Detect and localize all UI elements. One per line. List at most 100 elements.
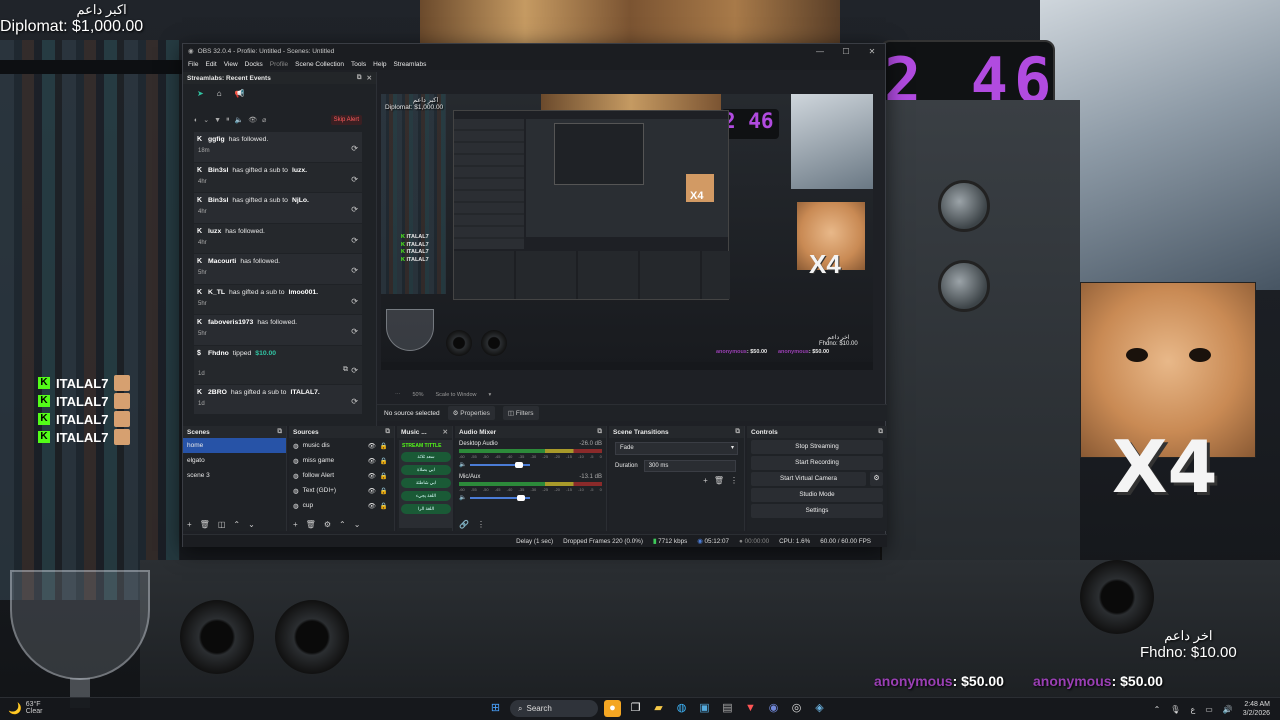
app-icon[interactable]: ▤ (719, 700, 736, 717)
preview-menu-icon[interactable]: ⋯ (395, 392, 401, 398)
microphone-icon[interactable]: 🎙 (1170, 705, 1180, 714)
trash-icon[interactable]: 🗑 (306, 520, 316, 529)
menu-file[interactable]: File (188, 61, 198, 68)
event-item[interactable]: K Bin3sl has gifted a sub to NjLo. 4hr ⟳ (194, 193, 362, 224)
arrow-down-icon[interactable]: ⌄ (354, 520, 361, 529)
repeat-icon[interactable]: ⟳ (351, 144, 358, 153)
windows-start-icon[interactable]: ⊞ (487, 700, 504, 717)
filter-icon[interactable]: ▼ (214, 117, 221, 124)
arrow-up-icon[interactable]: ⌃ (233, 520, 240, 529)
copy-icon[interactable]: ⧉ (343, 366, 348, 374)
menu-view[interactable]: View (224, 61, 238, 68)
preview-canvas[interactable]: 2 46 اكبر داعم Diplomat: $1,000.00 X4 X4… (381, 94, 873, 370)
event-item[interactable]: K Macourti has followed. 5hr ⟳ (194, 254, 362, 285)
lock-icon[interactable]: 🔒 (380, 457, 388, 465)
widgets-icon[interactable]: ● (604, 700, 621, 717)
speaker-icon[interactable]: 🔈 (459, 494, 466, 501)
volume-slider[interactable] (470, 494, 531, 501)
chevron-down-icon[interactable]: ▾ (488, 392, 491, 398)
lock-icon[interactable]: 🔒 (380, 472, 388, 480)
repeat-icon[interactable]: ⟳ (351, 297, 358, 306)
repeat-icon[interactable]: ⟳ (351, 327, 358, 336)
source-item[interactable]: ◍ music dis 👁 🔒 (289, 438, 394, 453)
send-icon[interactable]: ➤ (197, 89, 204, 98)
arrow-up-icon[interactable]: ⌃ (339, 520, 346, 529)
weather-widget[interactable]: 🌙 63°F Clear (8, 701, 42, 715)
menu-help[interactable]: Help (373, 61, 386, 68)
volume-icon[interactable]: 🔈 (235, 116, 244, 124)
lock-icon[interactable]: 🔒 (380, 487, 388, 495)
display-icon[interactable]: ▭ (1205, 705, 1213, 714)
close-dock-icon[interactable]: ✕ (367, 74, 372, 82)
discord-icon[interactable]: ◉ (765, 700, 782, 717)
scene-item[interactable]: home (183, 438, 286, 453)
link-icon[interactable]: 🔗 (459, 520, 469, 529)
more-icon[interactable]: ⋮ (477, 520, 485, 529)
event-item[interactable]: K Bin3sl has gifted a sub to luzx. 4hr ⟳ (194, 162, 362, 193)
edge-icon[interactable]: ◍ (673, 700, 690, 717)
scene-item[interactable]: elgato (183, 453, 286, 468)
volume-slider[interactable] (470, 461, 531, 468)
megaphone-icon[interactable]: 📢 (235, 89, 245, 98)
undock-icon[interactable]: ⧉ (878, 428, 883, 436)
properties-button[interactable]: ⚙ Properties (447, 406, 495, 420)
add-icon[interactable]: + (187, 520, 192, 529)
source-item[interactable]: ◍ miss game 👁 🔒 (289, 453, 394, 468)
event-item[interactable]: K K_TL has gifted a sub to lmoo001. 5hr ⟳ (194, 284, 362, 315)
menu-tools[interactable]: Tools (351, 61, 366, 68)
home-icon[interactable]: ⌂ (217, 89, 222, 98)
speaker-icon[interactable]: 🔈 (459, 461, 466, 468)
menu-streamlabs[interactable]: Streamlabs (394, 61, 427, 68)
eye-icon[interactable]: 👁 (368, 487, 376, 495)
obs-icon[interactable]: ◎ (788, 700, 805, 717)
repeat-icon[interactable]: ⟳ (351, 236, 358, 245)
chevron-down-icon[interactable]: ⌄ (203, 116, 209, 124)
shield-icon[interactable]: ◐ (194, 117, 198, 124)
volume-icon[interactable]: 🔊 (1223, 705, 1233, 714)
menu-edit[interactable]: Edit (205, 61, 216, 68)
filter-icon[interactable]: ◫ (218, 520, 226, 529)
event-item[interactable]: Kggfig has followed. 18m ⟳ (194, 132, 362, 163)
taskbar-clock[interactable]: 2:48 AM 3/2/2026 (1243, 700, 1270, 718)
menu-scene-collection[interactable]: Scene Collection (295, 61, 344, 68)
zoom-level[interactable]: 50% (413, 392, 424, 398)
chevron-up-icon[interactable]: ⌃ (1154, 705, 1161, 714)
lock-icon[interactable]: 🔒 (380, 442, 388, 450)
start-virtual-camera-button[interactable]: Start Virtual Camera (751, 472, 866, 486)
scale-mode[interactable]: Scale to Window (436, 392, 477, 398)
minimize-icon[interactable]: — (807, 47, 833, 56)
studio-mode-button[interactable]: Studio Mode (751, 488, 883, 502)
arrow-down-icon[interactable]: ⌄ (248, 520, 255, 529)
brave-icon[interactable]: ▼ (742, 700, 759, 717)
source-item[interactable]: ◍ follow Alert 👁 🔒 (289, 468, 394, 483)
search-box[interactable]: ⌕ Search (510, 700, 598, 717)
duration-input[interactable]: 300 ms (643, 460, 736, 472)
steam-icon[interactable]: ◈ (811, 700, 828, 717)
event-item[interactable]: $ Fhdno tipped $10.00 1d ⧉ ⟳ (194, 345, 362, 385)
gear-icon[interactable]: ⚙ (324, 520, 331, 529)
source-item[interactable]: ◍ Text (GDI+) 👁 🔒 (289, 483, 394, 498)
trash-icon[interactable]: 🗑 (200, 520, 210, 529)
undock-icon[interactable]: ⧉ (357, 74, 362, 82)
maximize-icon[interactable]: ☐ (833, 47, 859, 56)
undock-icon[interactable]: ⧉ (277, 428, 282, 436)
stop-streaming-button[interactable]: Stop Streaming (751, 440, 883, 454)
repeat-icon[interactable]: ⟳ (351, 397, 358, 406)
eye-icon[interactable]: 👁 (368, 502, 376, 510)
repeat-icon[interactable]: ⟳ (351, 175, 358, 184)
eye-icon[interactable]: 👁 (368, 457, 376, 465)
volume-slider-handle[interactable] (517, 494, 526, 501)
eye-icon[interactable]: 👁 (368, 442, 376, 450)
volume-slider-handle[interactable] (514, 461, 523, 468)
pause-icon[interactable]: ⏸ (226, 116, 230, 124)
close-dock-icon[interactable]: ✕ (443, 428, 448, 436)
obs-window[interactable]: ◉ OBS 32.0.4 - Profile: Untitled - Scene… (182, 43, 887, 547)
transition-select[interactable]: Fade ▾ (615, 442, 738, 455)
lock-icon[interactable]: 🔒 (380, 502, 388, 510)
scene-item[interactable]: scene 3 (183, 468, 286, 483)
event-item[interactable]: K 2BRO has gifted a sub to ITALAL7. 1d ⟳ (194, 384, 362, 415)
skip-alert-button[interactable]: Skip Alert (330, 115, 362, 125)
mute-icon[interactable]: ⌀ (262, 116, 266, 124)
trash-icon[interactable]: 🗑 (714, 476, 724, 485)
undock-icon[interactable]: ⧉ (385, 428, 390, 436)
